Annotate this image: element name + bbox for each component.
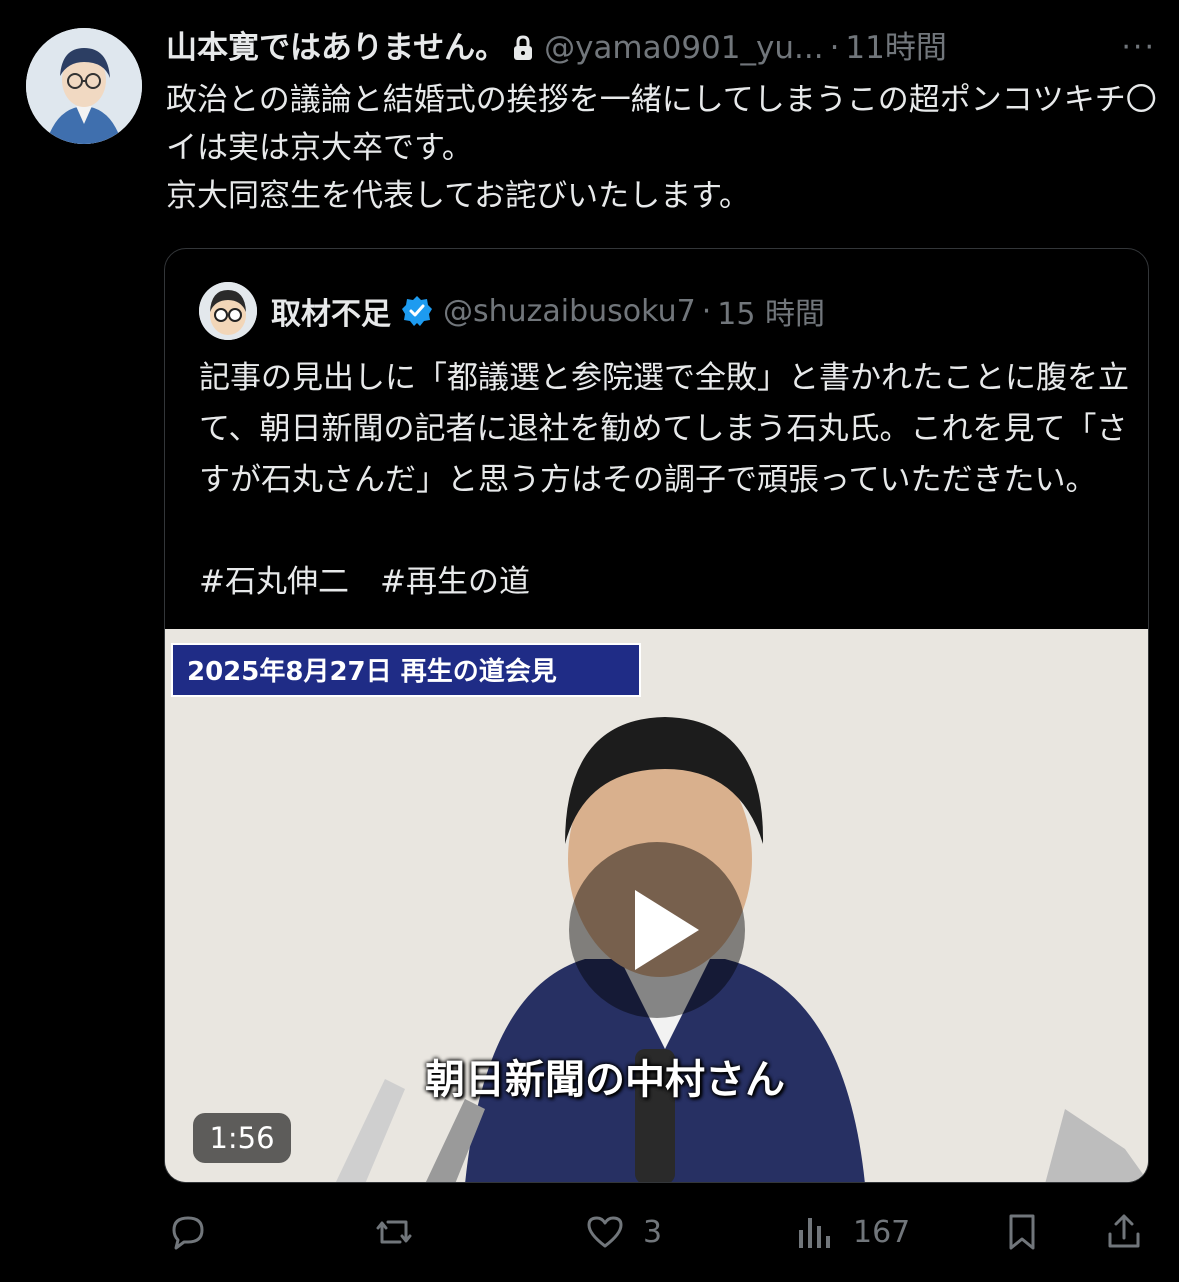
avatar-illustration (26, 28, 142, 144)
quoted-avatar-illustration (199, 282, 257, 340)
author-avatar[interactable] (26, 28, 142, 144)
quoted-text: 記事の見出しに「都議選と参院選で全敗」と書かれたことに腹を立て、朝日新聞の記者に… (199, 360, 1129, 498)
tweet-header: 山本寛ではありません。 @yama0901_yu... · 11時間 ··· (166, 26, 1156, 70)
quoted-separator-dot: · (701, 293, 712, 329)
verified-badge-icon (402, 296, 432, 326)
tweet-text: 政治との議論と結婚式の挨拶を一緒にしてしまうこの超ポンコツキチ〇イは実は京大卒で… (166, 82, 1157, 214)
like-count: 3 (643, 1214, 663, 1250)
heart-icon (587, 1216, 623, 1248)
quoted-time[interactable]: 15 時間 (717, 289, 825, 333)
play-button[interactable] (569, 842, 745, 1018)
quoted-author-name[interactable]: 取材不足 (271, 289, 391, 333)
author-handle[interactable]: @yama0901_yu... (544, 26, 823, 70)
retweet-icon (376, 1220, 412, 1244)
video-duration: 1:56 (193, 1113, 291, 1163)
views-count: 167 (853, 1214, 911, 1250)
video-player[interactable]: 2025年8月27日 再生の道会見 朝日新聞の中村さん 1:56 (165, 629, 1148, 1182)
quoted-hashtags[interactable]: #石丸伸二 #再生の道 (199, 557, 530, 608)
like-button[interactable]: 3 (583, 1200, 662, 1264)
video-caption: 朝日新聞の中村さん (425, 1057, 785, 1103)
bookmark-icon (1009, 1214, 1035, 1250)
more-icon[interactable]: ··· (1121, 26, 1156, 70)
reply-button[interactable] (166, 1200, 226, 1264)
author-name[interactable]: 山本寛ではありません。 (166, 26, 506, 70)
retweet-button[interactable] (372, 1200, 432, 1264)
quoted-header: 取材不足 @shuzaibusoku7 · 15 時間 (199, 282, 825, 340)
tweet-time[interactable]: 11時間 (845, 26, 946, 70)
share-button[interactable] (1102, 1200, 1146, 1264)
bookmark-button[interactable] (1000, 1200, 1044, 1264)
quoted-avatar[interactable] (199, 282, 257, 340)
reply-icon (172, 1216, 204, 1250)
views-button[interactable]: 167 (793, 1200, 910, 1264)
play-icon (635, 890, 699, 970)
action-bar: 3 167 (166, 1200, 1156, 1264)
views-icon (799, 1218, 830, 1248)
video-banner: 2025年8月27日 再生の道会見 (171, 643, 641, 697)
lock-icon (514, 35, 533, 60)
quoted-author-handle[interactable]: @shuzaibusoku7 (443, 294, 696, 329)
separator-dot: · (829, 30, 840, 66)
quoted-tweet[interactable]: 取材不足 @shuzaibusoku7 · 15 時間 記事の見出しに「都議選と… (164, 248, 1149, 1183)
share-icon (1108, 1214, 1140, 1248)
